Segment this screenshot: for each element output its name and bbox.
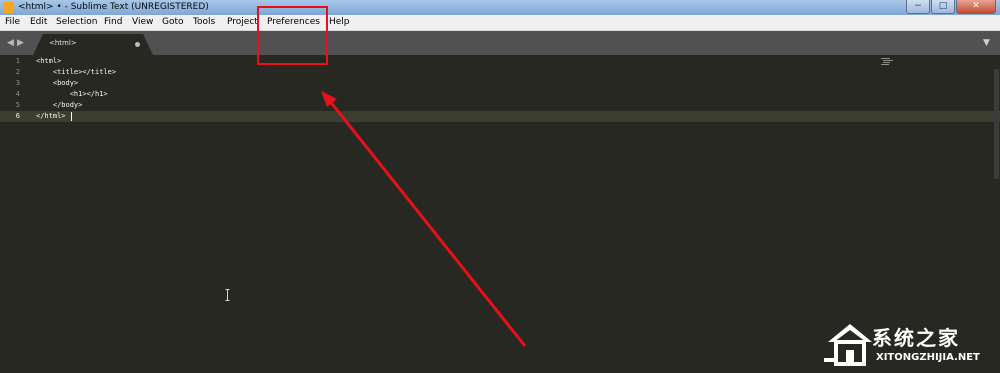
nav-back-icon[interactable]: ◀ xyxy=(7,37,14,49)
maximize-button[interactable]: □ xyxy=(931,0,955,14)
tab-label: <html> xyxy=(49,39,77,47)
current-line-highlight xyxy=(0,111,1000,122)
line-number: 2 xyxy=(15,68,20,76)
menu-file[interactable]: File xyxy=(5,16,20,29)
line-number: 4 xyxy=(15,90,20,98)
code-line[interactable]: <title></title> xyxy=(36,67,116,78)
code-line[interactable]: <h1></h1> xyxy=(36,89,108,100)
watermark-name: 系统之家 xyxy=(872,326,960,350)
nav-forward-icon[interactable]: ▶ xyxy=(17,37,24,49)
minimap-icon[interactable] xyxy=(880,57,894,67)
code-line[interactable]: </body> xyxy=(36,100,83,111)
menu-project[interactable]: Project xyxy=(227,16,258,29)
line-number: 5 xyxy=(15,101,20,109)
tab-menu-chevron-icon[interactable]: ▼ xyxy=(983,38,990,48)
menu-selection[interactable]: Selection xyxy=(56,16,97,29)
menu-edit[interactable]: Edit xyxy=(30,16,47,29)
text-cursor xyxy=(71,112,72,121)
menu-goto[interactable]: Goto xyxy=(162,16,184,29)
ibeam-mouse-cursor-icon xyxy=(225,289,230,301)
code-line[interactable]: </html> xyxy=(36,111,66,122)
watermark-domain: XITONGZHIJIA.NET xyxy=(876,352,980,363)
line-number: 1 xyxy=(15,57,20,65)
menu-tools[interactable]: Tools xyxy=(193,16,215,29)
tab-bar: ◀ ▶ <html> ▼ xyxy=(0,31,1000,55)
code-line[interactable]: <html> xyxy=(36,56,61,67)
menu-find[interactable]: Find xyxy=(104,16,122,29)
sublime-text-app-icon xyxy=(3,2,14,13)
preferences-highlight-box xyxy=(257,6,328,65)
minimize-button[interactable]: − xyxy=(906,0,930,14)
window-title: <html> • - Sublime Text (UNREGISTERED) xyxy=(18,2,209,12)
window-controls: − □ ✕ xyxy=(905,0,996,14)
window-titlebar: <html> • - Sublime Text (UNREGISTERED) −… xyxy=(0,0,1000,15)
menu-help[interactable]: Help xyxy=(329,16,350,29)
menu-bar: File Edit Selection Find View Goto Tools… xyxy=(0,15,1000,31)
unsaved-dot-icon[interactable] xyxy=(135,42,140,47)
code-line[interactable]: <body> xyxy=(36,78,78,89)
line-number: 3 xyxy=(15,79,20,87)
site-watermark: 系统之家 XITONGZHIJIA.NET xyxy=(820,318,996,370)
line-number-current: 6 xyxy=(15,112,20,120)
tab-html[interactable]: <html> xyxy=(33,34,153,55)
vertical-scrollbar[interactable] xyxy=(994,69,999,179)
menu-view[interactable]: View xyxy=(132,16,153,29)
close-button[interactable]: ✕ xyxy=(956,0,996,14)
